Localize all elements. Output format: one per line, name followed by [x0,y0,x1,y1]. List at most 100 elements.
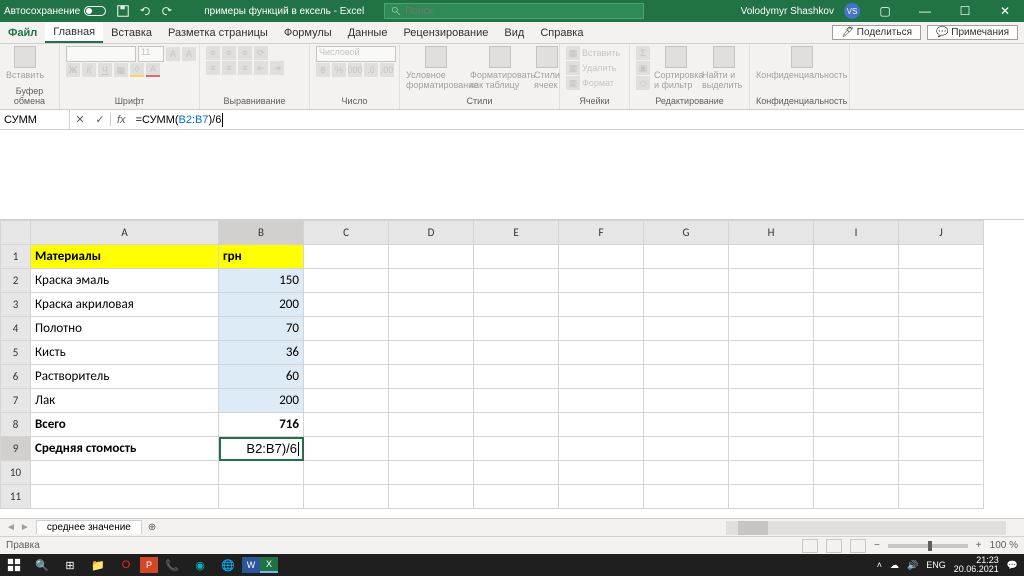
search-input[interactable] [405,6,637,17]
cell[interactable]: Кисть [31,341,219,365]
inc-decimal-icon[interactable]: .0 [364,63,378,77]
number-format-input[interactable]: Числовой [316,46,396,62]
comments-button[interactable]: 💬 Примечания [927,25,1018,40]
cell[interactable] [729,245,814,269]
italic-icon[interactable]: К [82,63,96,77]
toggle-switch-icon[interactable] [84,6,106,16]
bold-icon[interactable]: Ж [66,63,80,77]
tab-formulas[interactable]: Формулы [276,22,340,43]
dec-decimal-icon[interactable]: .00 [380,63,394,77]
cell[interactable] [304,485,389,509]
cell[interactable] [729,485,814,509]
cell[interactable] [474,269,559,293]
tab-page-layout[interactable]: Разметка страницы [160,22,276,43]
cell[interactable] [31,485,219,509]
cell[interactable] [304,293,389,317]
cell[interactable] [729,317,814,341]
cell[interactable] [304,365,389,389]
sensitivity-button[interactable]: Конфиденциальность [756,46,847,80]
name-box[interactable]: СУММ [0,110,70,129]
cell[interactable] [304,317,389,341]
col-header-B[interactable]: B [219,221,304,245]
align-right-icon[interactable]: ≡ [238,61,252,75]
col-header-E[interactable]: E [474,221,559,245]
decrease-font-icon[interactable]: A [182,47,196,61]
row-header[interactable]: 8 [1,413,31,437]
cell[interactable] [814,389,899,413]
cell[interactable] [304,437,389,461]
find-select-button[interactable]: Найти и выделить [702,46,746,90]
cell[interactable] [899,341,984,365]
cell[interactable] [389,269,474,293]
zoom-slider[interactable] [888,544,968,548]
cell[interactable]: грн [219,245,304,269]
cell[interactable] [559,461,644,485]
sum-icon[interactable]: Σ [636,46,650,60]
tab-insert[interactable]: Вставка [103,22,160,43]
cell[interactable]: Растворитель [31,365,219,389]
paste-button[interactable]: Вставить [6,46,44,80]
cell[interactable] [559,317,644,341]
cell[interactable] [474,389,559,413]
col-header-C[interactable]: C [304,221,389,245]
align-center-icon[interactable]: ≡ [222,61,236,75]
sheet-tab[interactable]: среднее значение [36,520,142,534]
cell[interactable] [389,317,474,341]
cell[interactable] [304,413,389,437]
cell[interactable] [644,293,729,317]
cell[interactable]: Полотно [31,317,219,341]
percent-icon[interactable]: % [332,63,346,77]
row-header[interactable]: 11 [1,485,31,509]
fill-icon[interactable]: ▣ [636,61,650,75]
cell[interactable] [474,365,559,389]
orientation-icon[interactable]: ⟳ [254,46,268,60]
redo-icon[interactable] [160,4,174,18]
cell-styles-button[interactable]: Стили ячеек [534,46,560,90]
font-size-input[interactable]: 11 [138,46,164,62]
zoom-level[interactable]: 100 % [990,540,1018,551]
cell[interactable] [474,461,559,485]
sort-filter-button[interactable]: Сортировка и фильтр [654,46,698,90]
tab-view[interactable]: Вид [496,22,532,43]
col-header-F[interactable]: F [559,221,644,245]
cell[interactable]: Краска акриловая [31,293,219,317]
cell[interactable]: 150 [219,269,304,293]
cell[interactable] [559,341,644,365]
indent-dec-icon[interactable]: ⇤ [254,61,268,75]
col-header-J[interactable]: J [899,221,984,245]
cell[interactable] [559,269,644,293]
cell[interactable] [219,485,304,509]
cell[interactable] [814,269,899,293]
cell[interactable] [644,485,729,509]
clear-icon[interactable]: ◇ [636,76,650,90]
cells-format-button[interactable]: ▦Формат [566,76,620,90]
cell[interactable] [389,341,474,365]
cell[interactable] [899,365,984,389]
row-header[interactable]: 6 [1,365,31,389]
zoom-out-icon[interactable]: − [874,540,880,551]
cell[interactable] [729,365,814,389]
row-header[interactable]: 9 [1,437,31,461]
taskbar-word-icon[interactable]: W [242,557,260,573]
taskbar-chrome-icon[interactable]: 🌐 [214,554,242,576]
cell[interactable] [389,413,474,437]
view-page-layout-icon[interactable] [826,539,842,553]
view-page-break-icon[interactable] [850,539,866,553]
cell[interactable]: Лак [31,389,219,413]
cell[interactable] [814,413,899,437]
minimize-icon[interactable]: — [910,4,940,18]
tray-language[interactable]: ENG [926,560,946,570]
cell[interactable] [814,317,899,341]
cell[interactable] [814,341,899,365]
cell[interactable] [644,389,729,413]
cell[interactable] [814,437,899,461]
cell[interactable] [389,365,474,389]
align-top-icon[interactable]: ≡ [206,46,220,60]
align-middle-icon[interactable]: ≡ [222,46,236,60]
tab-help[interactable]: Справка [532,22,591,43]
cell[interactable] [644,437,729,461]
cell[interactable] [899,269,984,293]
col-header-I[interactable]: I [814,221,899,245]
cell[interactable] [729,461,814,485]
cell[interactable] [559,389,644,413]
